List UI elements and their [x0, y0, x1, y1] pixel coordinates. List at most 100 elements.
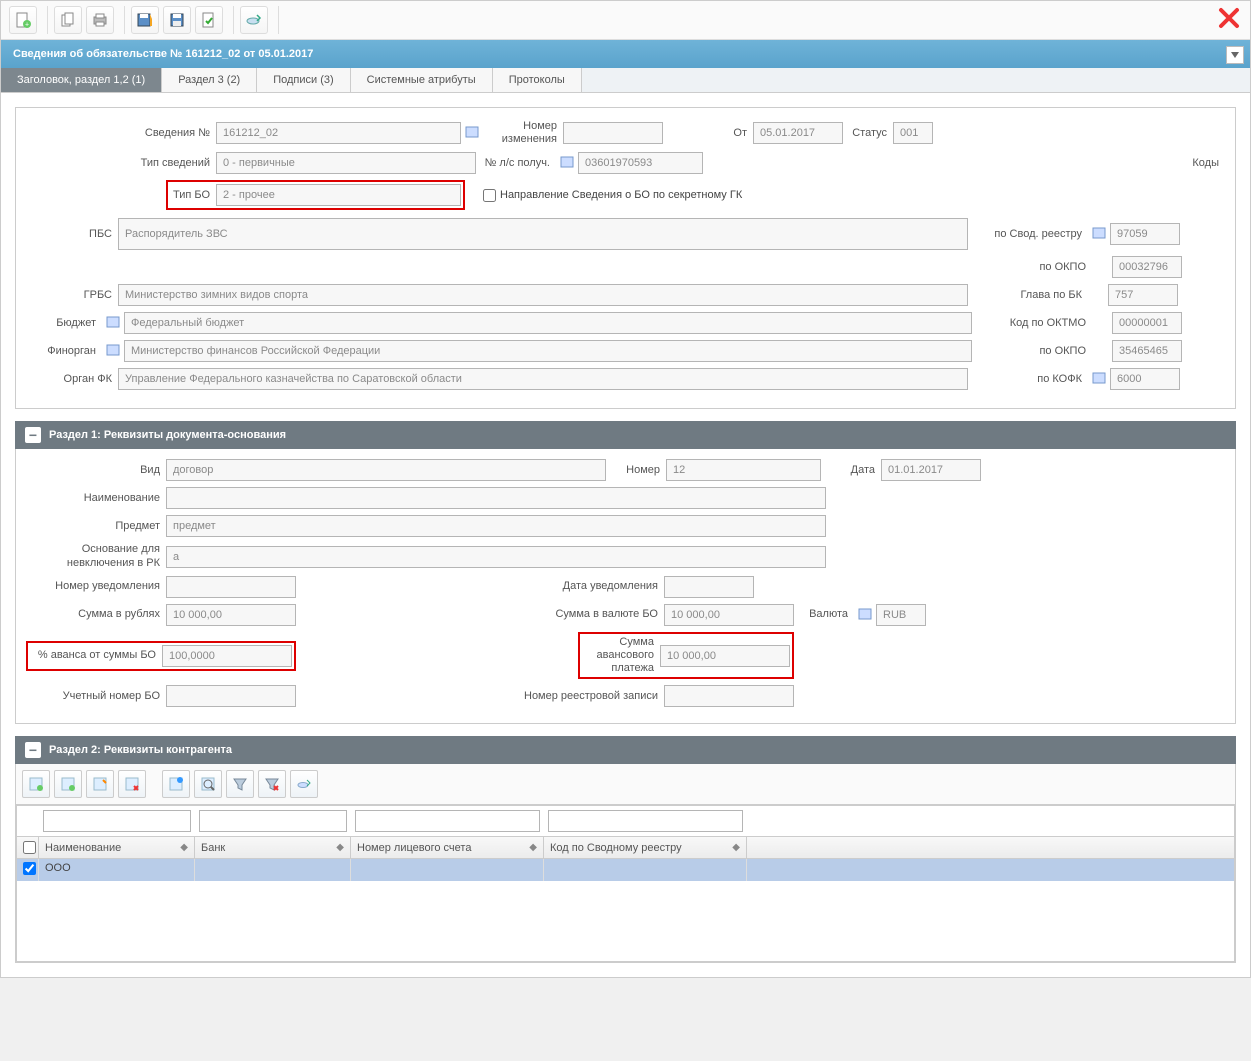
field-summa-avans[interactable]: [660, 645, 790, 667]
field-okpo2[interactable]: [1112, 340, 1182, 362]
new-doc-button[interactable]: +: [9, 6, 37, 34]
label-kofk: по КОФК: [968, 373, 1088, 386]
label-summa-rub: Сумма в рублях: [26, 608, 166, 621]
field-naim[interactable]: [166, 487, 826, 509]
label-summa-val: Сумма в валюте БО: [296, 608, 664, 621]
field-kofk[interactable]: [1110, 368, 1180, 390]
grid-btn-6[interactable]: [194, 770, 222, 798]
field-nomer-reestr[interactable]: [664, 685, 794, 707]
field-data-uved[interactable]: [664, 576, 754, 598]
field-ls-poluch[interactable]: [578, 152, 703, 174]
sort-icon[interactable]: ◆: [180, 842, 188, 853]
cell-bank: [195, 859, 351, 881]
label-data-uved: Дата уведомления: [296, 580, 664, 593]
grid-btn-2[interactable]: [54, 770, 82, 798]
tab-signatures[interactable]: Подписи (3): [257, 68, 350, 92]
grid-btn-3[interactable]: [86, 770, 114, 798]
title-bar: Сведения об обязательстве № 161212_02 от…: [1, 40, 1250, 68]
label-okpo2: по ОКПО: [972, 345, 1092, 358]
filter-ls[interactable]: [355, 810, 540, 832]
field-summa-rub[interactable]: [166, 604, 296, 626]
lookup-icon[interactable]: [105, 315, 121, 331]
grid-toolbar: [16, 764, 1235, 805]
label-nomer-reestr: Номер реестровой записи: [296, 690, 664, 703]
sort-icon[interactable]: ◆: [336, 842, 344, 853]
field-nomer-izm[interactable]: [563, 122, 663, 144]
field-budget[interactable]: [124, 312, 972, 334]
filter-naim[interactable]: [43, 810, 191, 832]
field-data[interactable]: [881, 459, 981, 481]
label-pbs: ПБС: [26, 228, 118, 241]
label-tip-bo: Тип БО: [170, 189, 216, 202]
grid-btn-1[interactable]: [22, 770, 50, 798]
collapse-icon[interactable]: −: [25, 742, 41, 758]
field-status[interactable]: [893, 122, 933, 144]
lookup-icon[interactable]: [1091, 371, 1107, 387]
field-osnov[interactable]: [166, 546, 826, 568]
header-checkbox[interactable]: [23, 841, 36, 854]
lookup-icon[interactable]: [105, 343, 121, 359]
filter-bank[interactable]: [199, 810, 347, 832]
export-button[interactable]: [240, 6, 268, 34]
tab-system-attrs[interactable]: Системные атрибуты: [351, 68, 493, 92]
grid-btn-4[interactable]: [118, 770, 146, 798]
col-naim: Наименование: [45, 842, 121, 854]
tab-header[interactable]: Заголовок, раздел 1,2 (1): [1, 68, 162, 92]
sort-icon[interactable]: ◆: [529, 842, 537, 853]
field-grbs[interactable]: [118, 284, 968, 306]
lookup-icon[interactable]: [857, 607, 873, 623]
section2: − Раздел 2: Реквизиты контрагента: [15, 736, 1236, 963]
sort-icon[interactable]: ◆: [732, 842, 740, 853]
field-predmet[interactable]: [166, 515, 826, 537]
grid-btn-filter-clear[interactable]: [258, 770, 286, 798]
field-organ-fk[interactable]: [118, 368, 968, 390]
close-button[interactable]: [1216, 5, 1242, 31]
checkbox-napravlenie[interactable]: [483, 189, 496, 202]
label-nomer-izm: Номер изменения: [483, 120, 563, 146]
field-finorgan[interactable]: [124, 340, 972, 362]
save-back-button[interactable]: [131, 6, 159, 34]
grid-btn-5[interactable]: [162, 770, 190, 798]
lookup-icon[interactable]: [464, 125, 480, 141]
field-valuta[interactable]: [876, 604, 926, 626]
grid-row[interactable]: ООО: [17, 859, 1234, 881]
tab-razdel3[interactable]: Раздел 3 (2): [162, 68, 257, 92]
field-okpo1[interactable]: [1112, 256, 1182, 278]
copy-button[interactable]: [54, 6, 82, 34]
field-pct-avans[interactable]: [162, 645, 292, 667]
filter-kod[interactable]: [548, 810, 743, 832]
field-vid[interactable]: [166, 459, 606, 481]
header-panel: Сведения № Номер изменения От Статус Тип…: [15, 107, 1236, 409]
label-organ-fk: Орган ФК: [26, 373, 118, 386]
grid-btn-export[interactable]: [290, 770, 318, 798]
field-summa-val[interactable]: [664, 604, 794, 626]
label-grbs: ГРБС: [26, 289, 118, 302]
field-tip-bo[interactable]: [216, 184, 461, 206]
title-dropdown[interactable]: [1226, 46, 1244, 64]
field-svod-reestr[interactable]: [1110, 223, 1180, 245]
field-nomer-uved[interactable]: [166, 576, 296, 598]
field-glava-bk[interactable]: [1108, 284, 1178, 306]
lookup-icon[interactable]: [559, 155, 575, 171]
label-napravlenie: Направление Сведения о БО по секретному …: [500, 189, 742, 201]
field-ot[interactable]: [753, 122, 843, 144]
save-button[interactable]: [163, 6, 191, 34]
grid-btn-filter[interactable]: [226, 770, 254, 798]
field-pbs[interactable]: [118, 218, 968, 250]
field-oktmo[interactable]: [1112, 312, 1182, 334]
label-oktmo: Код по ОКТМО: [972, 317, 1092, 330]
field-tip-sved[interactable]: [216, 152, 476, 174]
tab-protocols[interactable]: Протоколы: [493, 68, 582, 92]
field-nomer[interactable]: [666, 459, 821, 481]
print-button[interactable]: [86, 6, 114, 34]
row-checkbox[interactable]: [23, 862, 36, 875]
main-toolbar: +: [1, 1, 1250, 40]
collapse-icon[interactable]: −: [25, 427, 41, 443]
lookup-icon[interactable]: [1091, 226, 1107, 242]
label-pct-avans: % аванса от суммы БО: [30, 649, 162, 662]
label-ls-poluch: № л/с получ.: [476, 157, 556, 170]
label-glava-bk: Глава по БК: [968, 289, 1088, 302]
field-svedeniya-no[interactable]: [216, 122, 461, 144]
check-button[interactable]: [195, 6, 223, 34]
field-uchet-no[interactable]: [166, 685, 296, 707]
